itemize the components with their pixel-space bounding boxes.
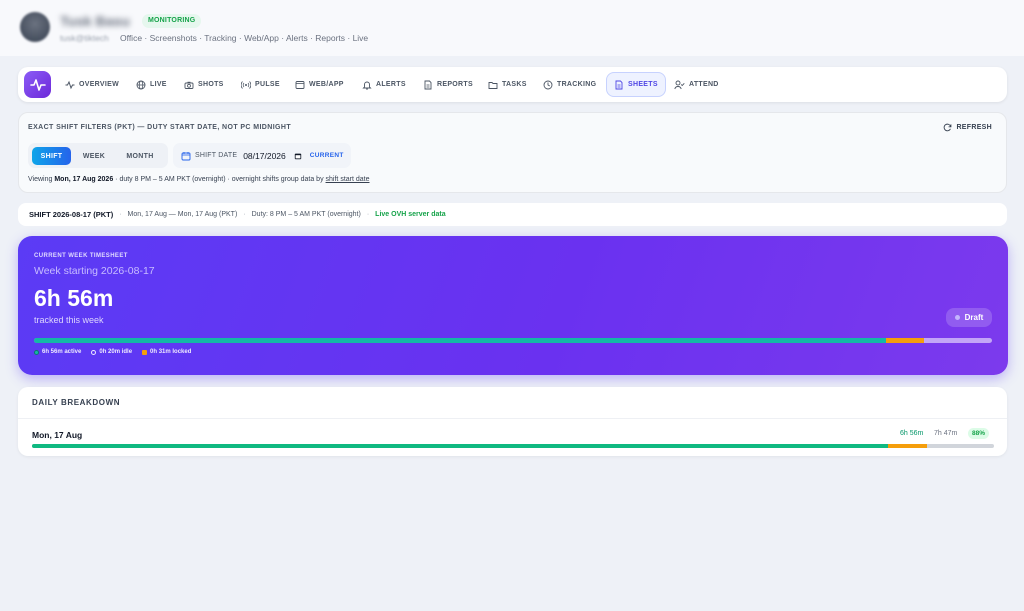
legend-idle: 0h 20m idle [91,349,132,355]
tab-label: SHOTS [198,81,224,88]
viewing-detail: · duty 8 PM – 5 AM PKT (overnight) · ove… [113,176,326,183]
report-icon [424,80,432,89]
progress-legend: 6h 56m active 0h 20m idle 0h 31m locked [34,349,201,355]
clock-icon [543,80,553,89]
legend-idle-label: 0h 20m idle [99,349,133,355]
pulse-icon [29,78,46,91]
period-toggle: SHIFT WEEK MONTH [28,143,168,168]
current-button[interactable]: CURRENT [310,152,344,159]
status-dot [954,315,960,320]
shift-duty: Duty: 8 PM – 5 AM PKT (overnight) [251,211,361,218]
tab-label: PULSE [255,81,280,88]
main-nav: OVERVIEW LIVE SHOTS PULSE WEB/APP ALERTS… [18,67,1007,102]
legend-active: 6h 56m active [34,349,81,355]
sheet-icon [615,80,623,89]
idle-fill [888,444,927,448]
viewing-prefix: Viewing [28,176,55,183]
shift-date-picker[interactable]: SHIFT DATE 08/17/2026 CURRENT [173,143,351,168]
tab-live[interactable]: LIVE [136,75,167,94]
shift-filters-panel: EXACT SHIFT FILTERS (PKT) — DUTY START D… [18,112,1007,193]
active-segment [34,338,886,343]
app-logo[interactable] [24,71,51,98]
active-fill [32,444,889,448]
refresh-button[interactable]: REFRESH [943,123,992,132]
breakdown-day: Mon, 17 Aug [32,430,83,440]
user-email: tusk@tiktech [60,33,109,43]
avatar[interactable] [20,12,50,42]
shift-date-label: SHIFT DATE [195,152,238,159]
legend-locked: 0h 31m locked [142,349,191,355]
calendar-picker-icon[interactable] [294,152,302,160]
top-header: Tusk Basu MONITORING tusk@tiktech Office… [0,0,1024,56]
tab-label: SHEETS [628,81,658,88]
separator: · [243,211,246,218]
shift-label: SHIFT 2026-08-17 (PKT) [29,210,114,219]
viewing-date: Mon, 17 Aug 2026 [54,176,114,183]
week-timesheet-card: CURRENT WEEK TIMESHEET Week starting 202… [18,236,1008,375]
tab-shots[interactable]: SHOTS [184,75,224,94]
idle-segment [885,338,924,343]
folder-icon [488,81,498,89]
breadcrumb: Office · Screenshots · Tracking · Web/Ap… [120,33,369,43]
breakdown-total-time: 7h 47m [934,430,958,437]
tab-label: TRACKING [557,81,597,88]
tab-pulse[interactable]: PULSE [241,75,280,94]
viewing-description: Viewing Mon, 17 Aug 2026 · duty 8 PM – 5… [28,176,370,183]
breakdown-title: DAILY BREAKDOWN [32,398,121,407]
tab-web-app[interactable]: WEB/APP [295,75,344,94]
week-progress-bar [34,338,992,343]
shift-range: Mon, 17 Aug — Mon, 17 Aug (PKT) [127,211,238,218]
tab-label: OVERVIEW [79,81,120,88]
draft-status-badge[interactable]: Draft [946,308,992,327]
shift-info-bar: SHIFT 2026-08-17 (PKT) · Mon, 17 Aug — M… [18,203,1007,226]
legend-locked-label: 0h 31m locked [150,349,192,355]
tab-label: ATTEND [689,81,719,88]
shift-start-date-link[interactable]: shift start date [326,176,370,183]
tab-reports[interactable]: REPORTS [423,75,473,94]
shift-date-input[interactable]: 08/17/2026 [243,151,286,161]
mode-week-button[interactable]: WEEK [74,147,114,165]
activity-icon [65,80,75,89]
refresh-label: REFRESH [956,124,992,131]
tab-label: LIVE [150,81,167,88]
broadcast-icon [241,80,251,89]
calendar-icon [181,151,191,160]
filters-title: EXACT SHIFT FILTERS (PKT) — DUTY START D… [28,124,292,131]
status-label: Draft [964,313,984,322]
status-badge: MONITORING [142,14,202,28]
tab-label: WEB/APP [309,81,344,88]
tab-sheets[interactable]: SHEETS [606,72,666,97]
bell-icon [362,81,372,90]
mode-month-button[interactable]: MONTH [117,147,163,165]
daily-breakdown-panel: DAILY BREAKDOWN Mon, 17 Aug 6h 56m 7h 47… [18,387,1007,456]
tab-label: REPORTS [437,81,473,88]
globe-icon [136,80,146,89]
user-name: Tusk Basu [60,13,130,29]
tab-tracking[interactable]: TRACKING [543,75,596,94]
tab-label: ALERTS [376,81,406,88]
mode-shift-button[interactable]: SHIFT [32,147,71,165]
legend-active-label: 6h 56m active [42,349,82,355]
tab-label: TASKS [502,81,527,88]
refresh-icon [944,123,952,132]
camera-icon [184,81,194,89]
user-check-icon [674,80,685,89]
card-kicker: CURRENT WEEK TIMESHEET [34,253,128,259]
breakdown-percent-badge: 88% [968,428,990,439]
tab-tasks[interactable]: TASKS [488,75,527,94]
week-start: Week starting 2026-08-17 [34,265,155,277]
divider [18,418,1007,419]
total-label: tracked this week [34,315,104,325]
data-source: Live OVH server data [375,211,446,218]
breakdown-active-time: 6h 56m [900,430,924,437]
browser-icon [295,80,305,89]
tab-alerts[interactable]: ALERTS [362,75,406,94]
breakdown-progress-bar [32,444,994,448]
total-tracked: 6h 56m [34,285,114,311]
tab-overview[interactable]: OVERVIEW [65,75,119,94]
separator: · [119,211,122,218]
tab-attend[interactable]: ATTEND [674,75,719,94]
separator: · [366,211,370,218]
